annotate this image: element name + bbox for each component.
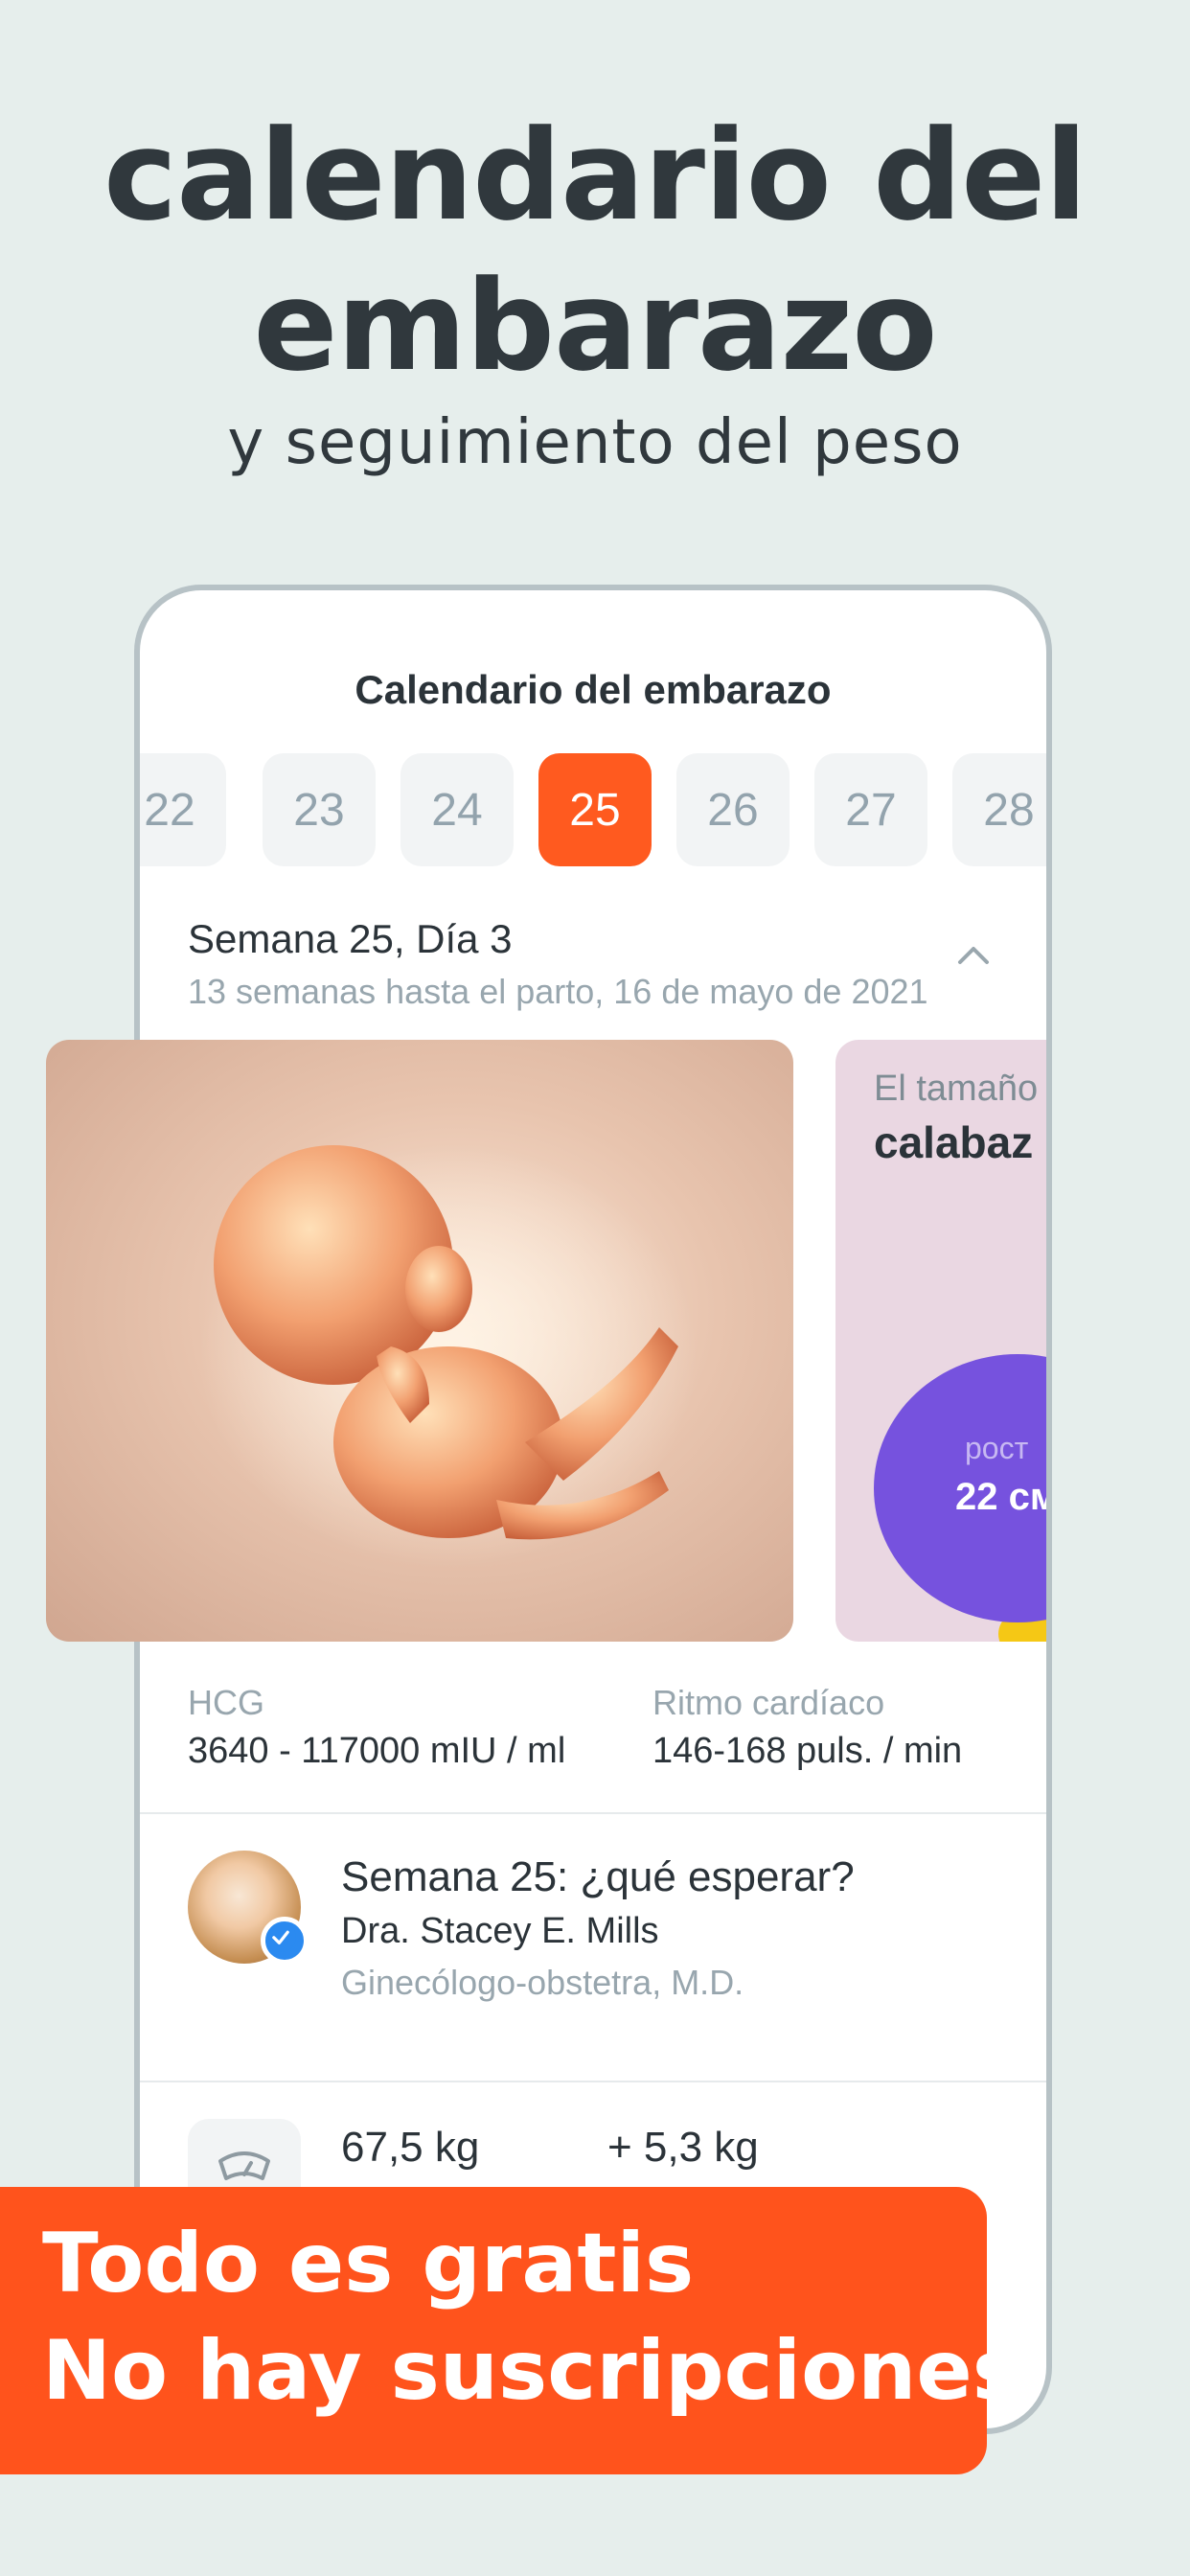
headline-line-2: embarazo — [253, 253, 937, 399]
week-chip-24[interactable]: 24 — [400, 753, 514, 866]
week-chip-26[interactable]: 26 — [676, 753, 790, 866]
hcg-value: 3640 - 117000 mIU / ml — [188, 1731, 566, 1771]
chevron-up-icon[interactable] — [954, 935, 993, 974]
size-label: El tamaño — [874, 1069, 1039, 1109]
growth-label: рост — [965, 1431, 1029, 1465]
headline-line-1: calendario del — [103, 103, 1087, 248]
divider — [140, 1812, 1046, 1814]
growth-value: 22 см — [955, 1476, 1046, 1518]
fetus-illustration — [199, 1145, 698, 1567]
doctor-name: Dra. Stacey E. Mills — [341, 1911, 659, 1951]
promo-banner: Todo es gratis No hay suscripciones — [0, 2187, 1021, 2474]
current-weight: 67,5 kg — [341, 2124, 480, 2171]
heart-rate-value: 146-168 puls. / min — [652, 1731, 963, 1771]
promo-line-2: No hay suscripciones — [42, 2323, 1021, 2419]
fetus-image-card[interactable] — [46, 1040, 793, 1642]
size-comparison-card[interactable]: El tamaño calabaz рост 22 см — [835, 1040, 1046, 1642]
week-chip-25-selected[interactable]: 25 — [538, 753, 652, 866]
verified-check-icon — [261, 1917, 309, 1965]
week-day-title: Semana 25, Día 3 — [188, 916, 513, 961]
divider — [140, 2081, 1046, 2082]
week-chip-27[interactable]: 27 — [814, 753, 927, 866]
doctor-role: Ginecólogo-obstetra, M.D. — [341, 1963, 744, 2002]
heart-rate-label: Ritmo cardíaco — [652, 1683, 885, 1722]
weight-gain: + 5,3 kg — [607, 2124, 759, 2171]
promo-line-1: Todo es gratis — [42, 2216, 695, 2312]
headline-subtitle: y seguimiento del peso — [227, 407, 963, 478]
hcg-label: HCG — [188, 1683, 264, 1722]
week-chip-22[interactable]: 22 — [140, 753, 226, 866]
article-title[interactable]: Semana 25: ¿qué esperar? — [341, 1853, 855, 1901]
week-chip-28[interactable]: 28 — [952, 753, 1046, 866]
week-day-subtitle: 13 semanas hasta el parto, 16 de mayo de… — [188, 972, 928, 1011]
week-chip-23[interactable]: 23 — [263, 753, 376, 866]
size-fruit: calabaz — [874, 1117, 1034, 1167]
screen-title: Calendario del embarazo — [355, 667, 832, 712]
